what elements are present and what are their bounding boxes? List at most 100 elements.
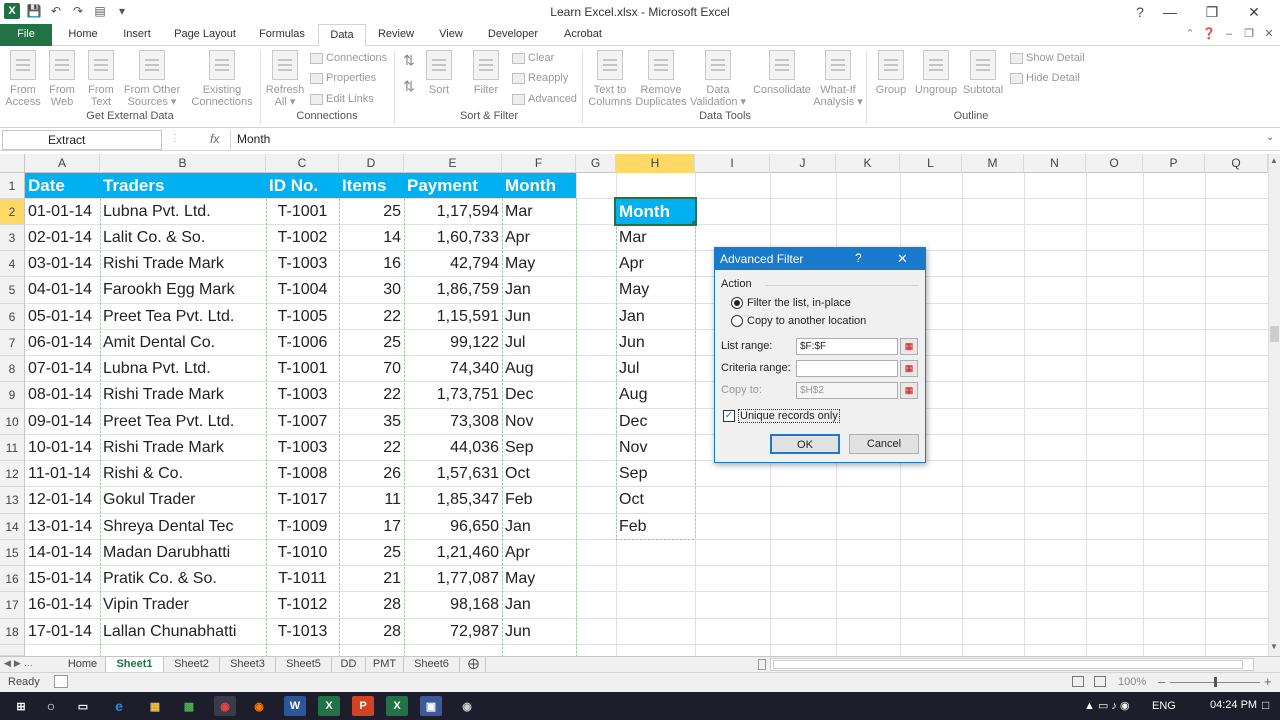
criteria-cell[interactable]: Jul [616,356,695,382]
criteria-cell[interactable]: Aug [616,382,695,408]
existing-connections-button[interactable]: Existing Connections [190,50,254,108]
zoom-level[interactable]: 100% [1118,676,1146,688]
tab-file[interactable]: File [0,24,52,46]
criteria-cell[interactable]: Mar [616,225,695,251]
clock[interactable]: 04:24 PM [1210,699,1257,711]
sheet-tab[interactable]: Sheet2 [164,657,220,672]
normal-view-icon[interactable] [1072,676,1084,687]
items-cell[interactable]: 30 [339,277,404,303]
restore-icon[interactable]: ❐ [1192,0,1232,24]
column-header[interactable]: J [770,154,836,173]
sheet-tab-active[interactable]: Sheet1 [106,657,164,672]
column-header[interactable]: F [502,154,576,173]
table-header-cell[interactable]: ID No. [266,173,339,198]
trader-cell[interactable]: Lubna Pvt. Ltd. [100,356,266,382]
sheet-tab[interactable]: Sheet6 [404,657,460,672]
column-header[interactable]: I [695,154,770,173]
column-header[interactable]: D [339,154,404,173]
row-header[interactable]: 10 [0,409,25,435]
criteria-cell[interactable]: May [616,277,695,303]
horizontal-scroll-thumb[interactable] [773,660,1243,669]
trader-cell[interactable]: Rishi & Co. [100,461,266,487]
month-cell[interactable]: Nov [502,409,576,435]
row-header[interactable]: 6 [0,304,25,330]
month-cell[interactable]: Jun [502,619,576,645]
items-cell[interactable]: 11 [339,487,404,513]
payment-cell[interactable]: 96,650 [404,514,502,540]
payment-cell[interactable]: 72,987 [404,619,502,645]
scroll-up-icon[interactable]: ▲ [1270,156,1278,165]
row-header[interactable]: 11 [0,435,25,461]
month-cell[interactable]: Jun [502,304,576,330]
row-header[interactable]: 16 [0,566,25,592]
date-cell[interactable]: 10-01-14 [25,435,100,461]
trader-cell[interactable]: Gokul Trader [100,487,266,513]
zoom-in-icon[interactable]: + [1264,674,1272,689]
payment-cell[interactable]: 44,036 [404,435,502,461]
tab-view[interactable]: View [428,24,474,46]
date-cell[interactable]: 12-01-14 [25,487,100,513]
criteria-cell[interactable]: Oct [616,487,695,513]
id-cell[interactable]: T-1004 [266,277,339,303]
close-workbook-icon[interactable]: ✕ [1260,24,1278,46]
criteria-cell[interactable]: Dec [616,409,695,435]
vertical-scroll-thumb[interactable] [1270,326,1279,342]
criteria-cell[interactable]: Jun [616,330,695,356]
month-cell[interactable]: May [502,566,576,592]
payment-cell[interactable]: 1,73,751 [404,382,502,408]
column-header[interactable]: B [100,154,266,173]
id-cell[interactable]: T-1017 [266,487,339,513]
ungroup-button[interactable]: Ungroup [912,50,960,96]
row-header[interactable]: 1 [0,173,25,199]
row-header[interactable]: 3 [0,225,25,251]
reapply-button[interactable]: Reapply [512,68,568,88]
month-cell[interactable]: Apr [502,540,576,566]
text-to-columns-button[interactable]: Text to Columns [588,50,632,108]
vertical-scrollbar[interactable]: ▲ ▼ [1268,154,1280,656]
id-cell[interactable]: T-1006 [266,330,339,356]
month-cell[interactable]: Jul [502,330,576,356]
payment-cell[interactable]: 1,60,733 [404,225,502,251]
column-header[interactable]: M [962,154,1024,173]
payment-cell[interactable]: 74,340 [404,356,502,382]
row-header[interactable]: 13 [0,487,25,514]
payment-cell[interactable]: 73,308 [404,409,502,435]
id-cell[interactable]: T-1003 [266,382,339,408]
payment-cell[interactable]: 1,77,087 [404,566,502,592]
page-layout-view-icon[interactable] [1094,676,1106,687]
remove-duplicates-button[interactable]: Remove Duplicates [634,50,688,108]
month-cell[interactable]: Feb [502,487,576,513]
items-cell[interactable]: 25 [339,199,404,225]
search-icon[interactable]: ○ [40,696,62,716]
macro-record-icon[interactable] [54,675,68,688]
expand-formula-bar-icon[interactable]: ⌄ [1266,132,1274,143]
trader-cell[interactable]: Lalit Co. & So. [100,225,266,251]
powerpoint-icon[interactable]: P [352,696,374,716]
date-cell[interactable]: 11-01-14 [25,461,100,487]
from-other-sources-button[interactable]: From Other Sources ▾ [122,50,182,108]
date-cell[interactable]: 01-01-14 [25,199,100,225]
id-cell[interactable]: T-1002 [266,225,339,251]
payment-cell[interactable]: 1,15,591 [404,304,502,330]
items-cell[interactable]: 25 [339,330,404,356]
items-cell[interactable]: 35 [339,409,404,435]
month-cell[interactable]: Jan [502,277,576,303]
tab-review[interactable]: Review [372,24,420,46]
tab-formulas[interactable]: Formulas [250,24,314,46]
sort-az-icon[interactable]: ⇅ [398,53,420,67]
date-cell[interactable]: 17-01-14 [25,619,100,645]
payment-cell[interactable]: 1,21,460 [404,540,502,566]
hide-detail-button[interactable]: Hide Detail [1010,68,1080,88]
trader-cell[interactable]: Madan Darubhatti [100,540,266,566]
trader-cell[interactable]: Preet Tea Pvt. Ltd. [100,409,266,435]
list-range-input[interactable]: $F:$F [796,338,898,355]
row-header-partial[interactable] [0,645,25,656]
trader-cell[interactable]: Amit Dental Co. [100,330,266,356]
tab-developer[interactable]: Developer [482,24,544,46]
items-cell[interactable]: 22 [339,382,404,408]
tab-insert[interactable]: Insert [112,24,162,46]
row-header[interactable]: 7 [0,330,25,356]
items-cell[interactable]: 22 [339,435,404,461]
month-cell[interactable]: Sep [502,435,576,461]
refresh-all-button[interactable]: Refresh All ▾ [264,50,306,108]
